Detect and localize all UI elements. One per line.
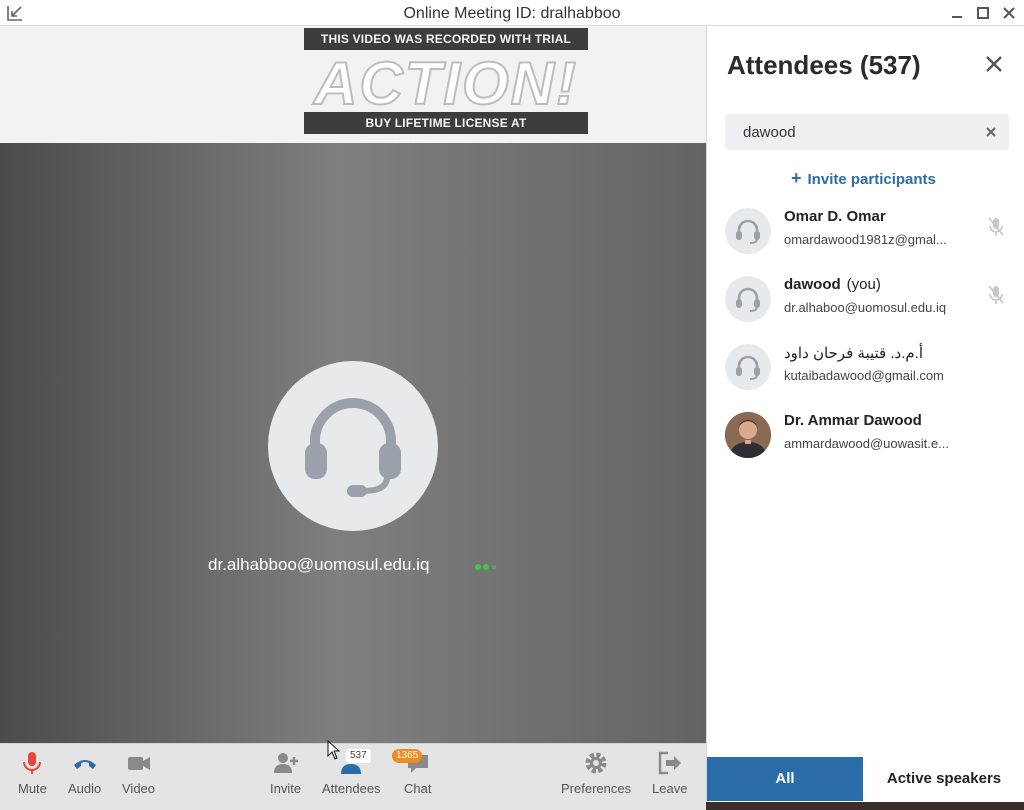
chat-button[interactable]: 1365 Chat xyxy=(392,749,432,796)
participant-avatar xyxy=(268,361,438,531)
headset-icon xyxy=(736,355,760,380)
phone-icon xyxy=(73,760,96,769)
audio-label: Audio xyxy=(68,781,102,796)
add-user-icon xyxy=(273,753,298,773)
attendee-name: Dr. Ammar Dawood xyxy=(784,412,922,429)
tab-all[interactable]: All xyxy=(707,757,863,801)
connection-signal-icon xyxy=(475,564,496,570)
recording-watermark: THIS VIDEO WAS RECORDED WITH TRIAL VERSI… xyxy=(302,28,590,152)
video-camera-icon xyxy=(127,757,150,770)
clear-search-icon[interactable] xyxy=(985,126,997,138)
search-input[interactable] xyxy=(725,114,1009,150)
minimize-icon[interactable] xyxy=(946,3,968,23)
attendees-count-badge: 537 xyxy=(346,749,371,763)
attendee-name: Omar D. Omar xyxy=(784,208,886,225)
gear-icon xyxy=(585,752,607,774)
video-stage: dr.alhabboo@uomosul.edu.iq xyxy=(0,143,706,743)
you-indicator: (you) xyxy=(846,276,881,293)
invite-button[interactable]: Invite xyxy=(270,750,301,796)
leave-button[interactable]: Leave xyxy=(652,750,687,796)
attendee-avatar xyxy=(725,208,771,254)
leave-icon xyxy=(658,751,681,775)
attendee-name: dawood (you) xyxy=(784,276,881,293)
invite-participants-link[interactable]: + Invite participants xyxy=(791,168,936,189)
video-label: Video xyxy=(122,781,156,796)
attendee-row[interactable]: Omar D. Omar omardawood1981z@gmal... xyxy=(707,202,1024,264)
muted-microphone-icon xyxy=(988,217,1004,236)
video-participant-name: dr.alhabboo@uomosul.edu.iq xyxy=(208,555,430,574)
person-photo-icon xyxy=(725,412,771,458)
attendee-email: omardawood1981z@gmal... xyxy=(784,232,947,247)
headset-icon xyxy=(305,398,401,497)
attendee-email: ammardawood@uowasit.e... xyxy=(784,436,949,451)
tab-active-speakers[interactable]: Active speakers xyxy=(863,757,1024,801)
attendee-row[interactable]: dawood (you) dr.alhaboo@uomosul.edu.iq xyxy=(707,270,1024,332)
preferences-button[interactable]: Preferences xyxy=(561,750,631,796)
attendee-email: dr.alhaboo@uomosul.edu.iq xyxy=(784,300,947,315)
window-title: Online Meeting ID: dralhabboo xyxy=(403,5,621,22)
watermark-top-text: THIS VIDEO WAS RECORDED WITH TRIAL VERSI… xyxy=(304,28,588,68)
invite-participants-label: Invite participants xyxy=(807,171,936,188)
meeting-toolbar: Mute Audio Video Invite 537 Attendees 13… xyxy=(0,743,706,810)
headset-icon xyxy=(736,287,760,312)
desktop-background xyxy=(706,802,1024,810)
attendee-avatar xyxy=(725,344,771,390)
attendee-email: kutaibadawood@gmail.com xyxy=(784,368,944,383)
chat-label: Chat xyxy=(404,781,432,796)
panel-title: Attendees (537) xyxy=(727,50,921,80)
video-button[interactable]: Video xyxy=(122,750,155,796)
headset-icon xyxy=(736,219,760,244)
microphone-icon xyxy=(23,752,42,774)
attendee-avatar xyxy=(725,276,771,322)
mute-button[interactable]: Mute xyxy=(18,750,47,796)
muted-microphone-icon xyxy=(988,285,1004,304)
mouse-cursor-icon xyxy=(327,740,341,760)
action-logo: ACTION! xyxy=(304,52,588,110)
audio-button[interactable]: Audio xyxy=(68,750,101,796)
close-icon[interactable] xyxy=(984,54,1004,74)
attendee-row[interactable]: أ.م.د. قتيبة فرحان داود kutaibadawood@gm… xyxy=(707,338,1024,400)
watermark-bottom-text: BUY LIFETIME LICENSE AT WWW.MIRILLIS.COM xyxy=(304,112,588,152)
attendee-row[interactable]: Dr. Ammar Dawood ammardawood@uowasit.e..… xyxy=(707,406,1024,468)
attendees-panel: Attendees (537) + Invite participants Oma… xyxy=(706,26,1024,810)
plus-icon: + xyxy=(791,168,802,188)
preferences-label: Preferences xyxy=(561,781,632,796)
attendee-filter-tabs: All Active speakers xyxy=(707,757,1024,801)
mute-label: Mute xyxy=(18,781,47,796)
attendee-photo xyxy=(725,412,771,458)
close-window-icon[interactable] xyxy=(998,3,1020,23)
attendees-label: Attendees xyxy=(322,781,381,796)
maximize-icon[interactable] xyxy=(972,3,994,23)
invite-label: Invite xyxy=(270,781,302,796)
leave-label: Leave xyxy=(652,781,688,796)
attendee-name: أ.م.د. قتيبة فرحان داود xyxy=(784,345,924,362)
title-bar: Online Meeting ID: dralhabboo xyxy=(0,0,1024,26)
chat-count-badge: 1365 xyxy=(392,749,423,763)
watermark-logo-text: ACTION! xyxy=(312,52,578,110)
